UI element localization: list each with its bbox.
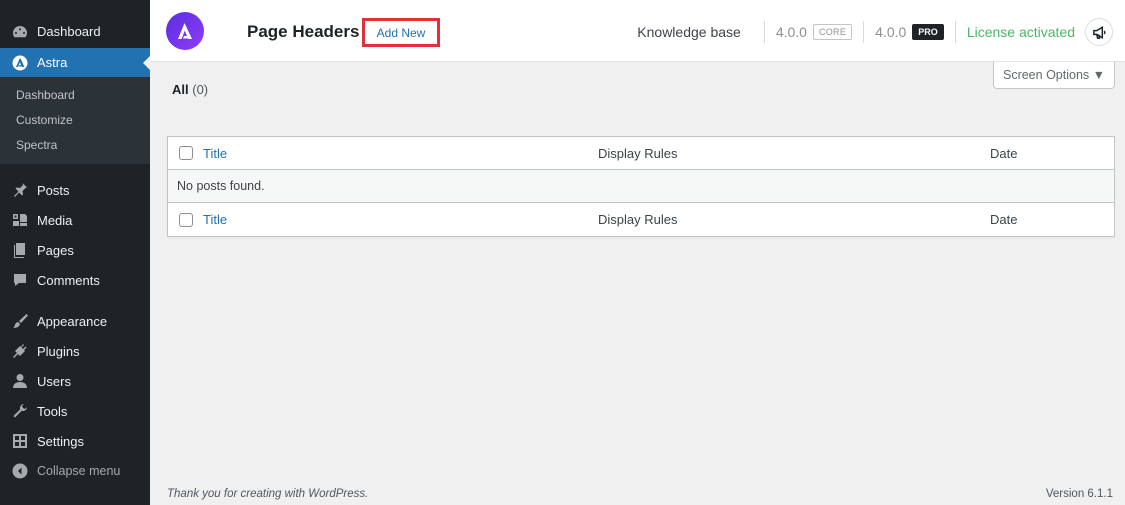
dashboard-icon	[12, 24, 28, 40]
sidebar-item-label: Posts	[37, 182, 70, 198]
sidebar-item-settings[interactable]: Settings	[0, 426, 150, 456]
no-posts-message: No posts found.	[177, 179, 265, 193]
sidebar-item-label: Plugins	[37, 343, 80, 359]
admin-sidebar: Dashboard Astra Dashboard Customize Spec…	[0, 0, 150, 505]
select-all-checkbox[interactable]	[179, 146, 193, 160]
footer-version: Version 6.1.1	[1045, 488, 1113, 500]
comment-icon	[12, 272, 28, 288]
column-title-footer[interactable]: Title	[203, 212, 227, 227]
submenu-item-customize[interactable]: Customize	[0, 108, 150, 133]
astra-submenu: Dashboard Customize Spectra	[0, 77, 150, 164]
sidebar-item-pages[interactable]: Pages	[0, 235, 150, 265]
paintbrush-icon	[12, 313, 28, 329]
sidebar-item-tools[interactable]: Tools	[0, 396, 150, 426]
knowledge-base-link[interactable]: Knowledge base	[637, 24, 741, 40]
pro-version: 4.0.0	[875, 24, 907, 40]
submenu-item-spectra[interactable]: Spectra	[0, 133, 150, 158]
posts-table: Title Display Rules Date No posts found.…	[167, 136, 1115, 237]
column-display-rules-header: Display Rules	[598, 145, 678, 161]
header-right: Knowledge base 4.0.0 CORE 4.0.0 PRO Lice…	[637, 18, 1113, 46]
sidebar-item-appearance[interactable]: Appearance	[0, 306, 150, 336]
filter-all-label: All	[172, 82, 189, 97]
astra-logo-icon	[178, 23, 192, 39]
announcements-button[interactable]	[1085, 18, 1113, 46]
sidebar-item-label: Comments	[37, 272, 100, 288]
add-new-button[interactable]: Add New	[362, 18, 440, 47]
sidebar-item-label: Settings	[37, 433, 84, 449]
pages-icon	[12, 242, 28, 258]
sidebar-item-label: Tools	[37, 403, 68, 419]
filter-all-count: (0)	[192, 82, 209, 97]
settings-icon	[12, 433, 28, 449]
sidebar-item-media[interactable]: Media	[0, 205, 150, 235]
megaphone-icon	[1092, 25, 1106, 39]
sidebar-item-posts[interactable]: Posts	[0, 175, 150, 205]
core-version: 4.0.0	[775, 24, 807, 40]
collapse-menu-label: Collapse menu	[37, 464, 121, 478]
sidebar-item-users[interactable]: Users	[0, 366, 150, 396]
sidebar-item-label: Appearance	[37, 313, 108, 329]
media-icon	[12, 212, 28, 228]
astra-icon	[12, 55, 28, 71]
wrench-icon	[12, 403, 28, 419]
sidebar-item-comments[interactable]: Comments	[0, 265, 150, 295]
users-icon	[12, 373, 28, 389]
sidebar-item-label: Dashboard	[37, 24, 101, 39]
column-display-rules-footer: Display Rules	[598, 212, 678, 227]
sidebar-item-label: Astra	[37, 55, 68, 70]
license-status[interactable]: License activated	[967, 24, 1075, 40]
core-badge: CORE	[812, 24, 853, 40]
submenu-item-dashboard[interactable]: Dashboard	[0, 83, 150, 108]
select-all-checkbox-footer[interactable]	[179, 212, 193, 227]
footer-thanks: Thank you for creating with WordPress.	[167, 488, 369, 500]
page-title: Page Headers	[247, 22, 360, 41]
column-title-header[interactable]: Title	[203, 146, 227, 161]
astra-header: Page Headers Add New Knowledge base 4.0.…	[150, 0, 1125, 62]
table-footer-row: Title Display Rules Date	[168, 203, 1114, 236]
sidebar-item-label: Pages	[37, 242, 74, 258]
collapse-menu-button[interactable]: Collapse menu	[0, 456, 150, 486]
astra-logo	[166, 12, 204, 50]
sidebar-item-plugins[interactable]: Plugins	[0, 336, 150, 366]
table-header-row: Title Display Rules Date	[168, 137, 1114, 170]
divider	[763, 21, 765, 43]
status-filter: All (0)	[172, 82, 208, 97]
filter-all-link[interactable]: All (0)	[172, 82, 208, 97]
sidebar-item-label: Media	[37, 212, 73, 228]
pro-badge: PRO	[912, 24, 944, 40]
column-date-footer: Date	[990, 212, 1018, 227]
divider	[954, 21, 956, 43]
column-date-header: Date	[990, 145, 1018, 161]
empty-row: No posts found.	[168, 170, 1114, 203]
divider	[863, 21, 865, 43]
sidebar-item-astra[interactable]: Astra	[0, 48, 150, 77]
plugin-icon	[12, 343, 28, 359]
screen-options-button[interactable]: Screen Options ▼	[993, 62, 1115, 89]
pin-icon	[12, 182, 28, 198]
collapse-icon	[12, 463, 28, 479]
sidebar-item-dashboard[interactable]: Dashboard	[0, 15, 150, 48]
sidebar-item-label: Users	[37, 373, 71, 389]
